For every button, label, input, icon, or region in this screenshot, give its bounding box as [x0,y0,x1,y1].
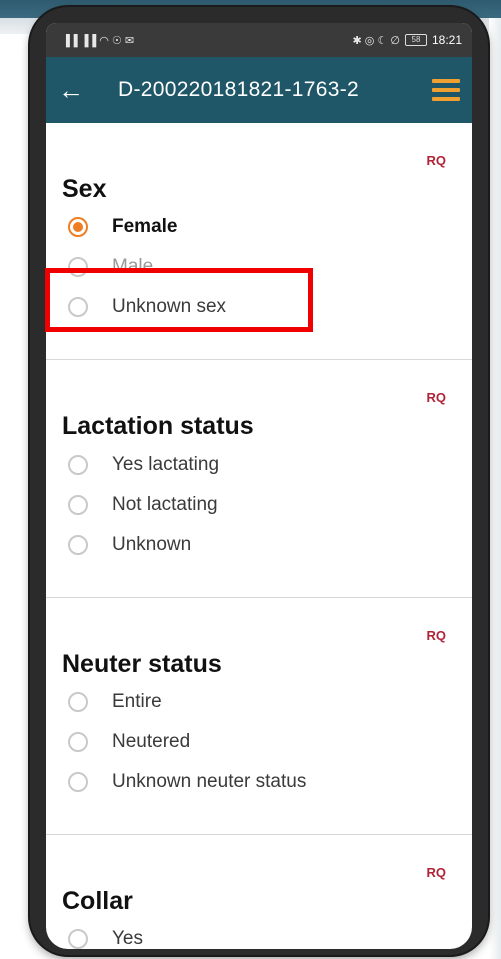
option-label: Female [112,216,178,237]
radio-icon[interactable] [68,455,88,475]
back-button[interactable]: ← [46,57,96,123]
bluetooth-location-icons: ✱ ◎ ☾ ∅ [352,34,400,47]
radio-checked-icon[interactable] [68,217,88,237]
option-label: Unknown neuter status [112,771,307,792]
section-title: Collar [62,887,133,915]
phone-frame: ▐▐ ▐▐ ◠ ☉ ✉ ✱ ◎ ☾ ∅ 58 18:21 ← D-2002201… [30,7,488,955]
required-badge: RQ [426,628,447,643]
hamburger-line [432,88,460,92]
status-bar-left: ▐▐ ▐▐ ◠ ☉ ✉ [62,34,134,47]
radio-group-lactation: Yes lactating Not lactating Unknown [68,445,219,565]
status-bar: ▐▐ ▐▐ ◠ ☉ ✉ ✱ ◎ ☾ ∅ 58 18:21 [46,23,472,57]
arrow-left-icon: ← [58,74,84,105]
radio-option-entire[interactable]: Entire [68,682,306,722]
radio-icon[interactable] [68,772,88,792]
section-lactation-status: RQ Lactation status Yes lactating Not la… [46,360,472,598]
option-label: Neutered [112,731,191,752]
option-label: Yes [112,928,143,949]
option-label: Unknown [112,534,192,555]
app-bar: ← D-200220181821-1763-2 [46,57,472,123]
backdrop-side [489,18,501,959]
hamburger-line [432,97,460,101]
radio-option-yes[interactable]: Yes [68,919,143,949]
option-label: Not lactating [112,494,218,515]
menu-button[interactable] [432,79,460,101]
required-badge: RQ [426,390,447,405]
phone-screen: ▐▐ ▐▐ ◠ ☉ ✉ ✱ ◎ ☾ ∅ 58 18:21 ← D-2002201… [46,23,472,949]
option-label: Entire [112,691,162,712]
page-title: D-200220181821-1763-2 [118,78,359,101]
section-neuter-status: RQ Neuter status Entire Neutered Unknown… [46,598,472,835]
battery-icon: 58 [404,34,427,46]
section-title: Lactation status [62,412,254,440]
section-title: Sex [62,175,107,203]
radio-group-neuter: Entire Neutered Unknown neuter status [68,682,306,802]
radio-icon[interactable] [68,732,88,752]
required-badge: RQ [426,153,447,168]
section-collar: RQ Collar Yes [46,835,472,949]
radio-icon[interactable] [68,692,88,712]
radio-icon[interactable] [68,495,88,515]
radio-option-unknown-neuter[interactable]: Unknown neuter status [68,762,306,802]
radio-group-collar: Yes [68,919,143,949]
required-badge: RQ [426,865,447,880]
radio-option-not-lactating[interactable]: Not lactating [68,485,219,525]
radio-option-yes-lactating[interactable]: Yes lactating [68,445,219,485]
status-bar-right: ✱ ◎ ☾ ∅ 58 18:21 [353,33,462,47]
signal-wifi-icons: ▐▐ ▐▐ ◠ ☉ ✉ [62,34,135,47]
option-label: Yes lactating [112,454,220,475]
radio-icon[interactable] [68,929,88,949]
status-time: 18:21 [431,33,462,47]
radio-option-unknown[interactable]: Unknown [68,525,219,565]
radio-option-female[interactable]: Female [68,207,226,247]
radio-option-neutered[interactable]: Neutered [68,722,306,762]
section-title: Neuter status [62,650,222,678]
radio-icon[interactable] [68,535,88,555]
highlight-box [45,268,313,332]
hamburger-menu-icon [432,79,460,83]
